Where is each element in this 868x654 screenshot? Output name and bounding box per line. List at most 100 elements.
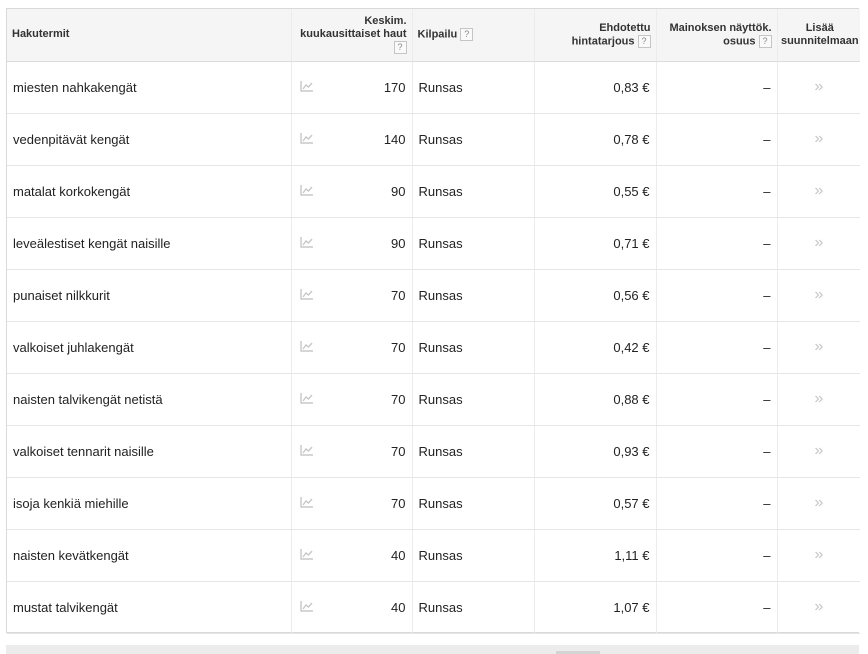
suggested-bid-cell: 0,78 € (534, 113, 657, 166)
competition-cell: Runsas (412, 477, 535, 530)
avg-monthly-searches-cell: 70 (329, 321, 413, 374)
trend-cell (291, 581, 329, 634)
add-to-plan-button[interactable]: » (814, 598, 823, 615)
add-to-plan-cell: » (777, 217, 861, 270)
add-to-plan-cell: » (777, 529, 861, 582)
competition-value: Runsas (418, 79, 463, 95)
add-to-plan-button[interactable]: » (814, 182, 823, 199)
avg-monthly-searches-cell: 70 (329, 269, 413, 322)
bid-value: 1,07 € (613, 599, 650, 615)
keyword-cell: leveälestiset kengät naisille (7, 217, 292, 270)
line-chart-icon[interactable] (299, 548, 314, 563)
line-chart-icon[interactable] (299, 288, 314, 303)
ad-impression-share-cell: – (656, 165, 778, 218)
competition-value: Runsas (418, 235, 463, 251)
keyword-text: valkoiset tennarit naisille (13, 443, 154, 459)
bid-value: 0,71 € (613, 235, 650, 251)
competition-cell: Runsas (412, 269, 535, 322)
add-to-plan-button[interactable]: » (814, 338, 823, 355)
table-row: naisten kevätkengät 40 Runsas 1,11 € – » (7, 529, 861, 582)
add-to-plan-button[interactable]: » (814, 494, 823, 511)
table-row: vedenpitävät kengät 140 Runsas 0,78 € – … (7, 113, 861, 166)
line-chart-icon[interactable] (299, 184, 314, 199)
share-value: – (763, 339, 771, 355)
column-header-competition-label: Kilpailu (417, 28, 458, 41)
line-chart-icon[interactable] (299, 132, 314, 147)
bid-value: 0,93 € (613, 443, 650, 459)
ad-impression-share-cell: – (656, 269, 778, 322)
competition-value: Runsas (418, 391, 463, 407)
line-chart-icon[interactable] (299, 340, 314, 355)
ad-impression-share-cell: – (656, 113, 778, 166)
share-value: – (763, 547, 771, 563)
ad-impression-share-cell: – (656, 217, 778, 270)
add-to-plan-button[interactable]: » (814, 78, 823, 95)
add-to-plan-button[interactable]: » (814, 286, 823, 303)
suggested-bid-cell: 0,88 € (534, 373, 657, 426)
ad-impression-share-cell: – (656, 477, 778, 530)
keyword-cell: punaiset nilkkurit (7, 269, 292, 322)
column-header-competition[interactable]: Kilpailu? (412, 9, 535, 62)
suggested-bid-cell: 0,83 € (534, 61, 657, 114)
line-chart-icon[interactable] (299, 496, 314, 511)
column-header-ad-impression-share[interactable]: Mainoksen näyttök. osuus? (656, 9, 778, 62)
add-to-plan-button[interactable]: » (814, 234, 823, 251)
avg-monthly-searches-cell: 70 (329, 425, 413, 478)
keyword-text: matalat korkokengät (13, 183, 131, 199)
keyword-cell: naisten talvikengät netistä (7, 373, 292, 426)
keyword-cell: valkoiset juhlakengät (7, 321, 292, 374)
horizontal-scrollbar[interactable] (6, 645, 859, 654)
trend-cell (291, 321, 329, 374)
searches-value: 90 (391, 235, 406, 251)
column-header-suggested-bid[interactable]: Ehdotettu hintatarjous? (534, 9, 657, 62)
table-row: valkoiset tennarit naisille 70 Runsas 0,… (7, 425, 861, 478)
line-chart-icon[interactable] (299, 392, 314, 407)
bid-value: 0,55 € (613, 183, 650, 199)
add-to-plan-button[interactable]: » (814, 130, 823, 147)
keyword-text: naisten talvikengät netistä (13, 391, 163, 407)
ad-impression-share-cell: – (656, 373, 778, 426)
add-to-plan-cell: » (777, 373, 861, 426)
line-chart-icon[interactable] (299, 80, 314, 95)
bid-value: 0,56 € (613, 287, 650, 303)
searches-value: 170 (383, 79, 406, 95)
column-header-add-line2: suunnitelmaan (780, 34, 859, 47)
trend-cell (291, 529, 329, 582)
trend-cell (291, 477, 329, 530)
help-icon[interactable]: ? (637, 34, 651, 48)
table-row: miesten nahkakengät 170 Runsas 0,83 € – … (7, 61, 861, 114)
bid-value: 0,57 € (613, 495, 650, 511)
add-to-plan-cell: » (777, 477, 861, 530)
keyword-text: leveälestiset kengät naisille (13, 235, 171, 251)
line-chart-icon[interactable] (299, 600, 314, 615)
suggested-bid-cell: 0,57 € (534, 477, 657, 530)
column-header-keyword[interactable]: Hakutermit (7, 9, 292, 62)
add-to-plan-cell: » (777, 321, 861, 374)
line-chart-icon[interactable] (299, 236, 314, 251)
share-value: – (763, 183, 771, 199)
competition-value: Runsas (418, 183, 463, 199)
help-icon[interactable]: ? (393, 41, 407, 55)
competition-cell: Runsas (412, 165, 535, 218)
suggested-bid-cell: 1,11 € (534, 529, 657, 582)
competition-cell: Runsas (412, 373, 535, 426)
keyword-text: isoja kenkiä miehille (13, 495, 129, 511)
column-header-add-to-plan: Lisää suunnitelmaan (777, 9, 861, 62)
share-value: – (763, 131, 771, 147)
add-to-plan-button[interactable]: » (814, 442, 823, 459)
competition-value: Runsas (418, 495, 463, 511)
share-value: – (763, 235, 771, 251)
trend-cell (291, 217, 329, 270)
help-icon[interactable]: ? (758, 34, 772, 48)
keyword-cell: matalat korkokengät (7, 165, 292, 218)
add-to-plan-button[interactable]: » (814, 390, 823, 407)
add-to-plan-cell: » (777, 269, 861, 322)
column-header-avg-monthly-searches[interactable]: Keskim. kuukausittaiset haut ? (291, 9, 413, 62)
table-row: valkoiset juhlakengät 70 Runsas 0,42 € –… (7, 321, 861, 374)
add-to-plan-button[interactable]: » (814, 546, 823, 563)
line-chart-icon[interactable] (299, 444, 314, 459)
help-icon[interactable]: ? (460, 28, 474, 42)
suggested-bid-cell: 0,42 € (534, 321, 657, 374)
avg-monthly-searches-cell: 40 (329, 581, 413, 634)
keyword-cell: vedenpitävät kengät (7, 113, 292, 166)
